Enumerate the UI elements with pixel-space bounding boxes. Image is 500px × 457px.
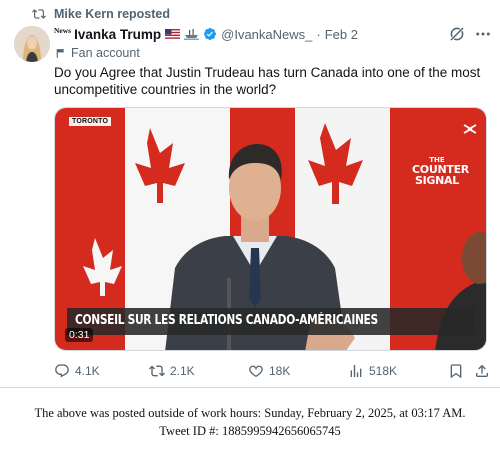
repost-icon (149, 365, 165, 377)
more-options-icon[interactable] (474, 25, 492, 43)
tweet-card[interactable]: Mike Kern reposted News Ivanka Trump @Iv… (0, 0, 500, 388)
tweet-text: Do you Agree that Justin Trudeau has tur… (54, 65, 481, 97)
avatar[interactable] (14, 26, 50, 62)
grok-icon[interactable] (448, 25, 466, 43)
author-handle[interactable]: @IvankaNews_ (221, 27, 312, 42)
reply-count: 4.1K (75, 364, 100, 378)
repost-count: 2.1K (170, 364, 195, 378)
heart-icon (249, 365, 263, 378)
video-duration: 0:31 (65, 328, 94, 342)
avatar-photo (14, 26, 50, 62)
location-tag: TORONTO (69, 117, 112, 126)
reply-icon (55, 364, 69, 378)
action-bar: 4.1K 2.1K 18K 518K (54, 362, 494, 380)
ship-icon (184, 29, 200, 40)
us-flag-icon (165, 29, 181, 39)
reply-button[interactable]: 4.1K (54, 362, 100, 380)
views-count: 518K (369, 364, 398, 378)
news-tag: News (54, 25, 72, 35)
channel-logo: THE COUNTER SIGNAL (412, 156, 469, 187)
views-button[interactable]: 518K (348, 362, 397, 380)
video-player[interactable]: TORONTO THE COUNTER SIGNAL CONSEIL SUR L… (54, 107, 487, 351)
video-caption: CONSEIL SUR LES RELATIONS CANADO-AMÉRICA… (75, 313, 378, 328)
fan-account-text: Fan account (71, 46, 140, 60)
share-icon[interactable] (474, 363, 490, 379)
repost-indicator[interactable]: Mike Kern reposted (32, 6, 170, 22)
views-chart-icon (350, 365, 362, 377)
repost-icon (32, 9, 46, 19)
like-count: 18K (269, 364, 291, 378)
footer-posted-note: The above was posted outside of work hou… (34, 406, 466, 420)
author-display-name[interactable]: Ivanka Trump (74, 27, 161, 42)
brand-line2: SIGNAL (415, 174, 459, 187)
verified-badge-icon (204, 28, 217, 40)
like-button[interactable]: 18K (248, 362, 290, 380)
post-date[interactable]: Feb 2 (325, 27, 358, 42)
capcut-logo-icon (463, 124, 477, 134)
fan-account-icon (56, 48, 65, 58)
repost-button[interactable]: 2.1K (149, 362, 195, 380)
tweet-header: News Ivanka Trump @IvankaNews_ · Feb 2 (54, 25, 358, 43)
bookmark-icon[interactable] (448, 363, 464, 379)
footer-tweet-id: Tweet ID #: 1885995942656065745 (159, 424, 341, 438)
repost-text: Mike Kern reposted (54, 7, 171, 21)
fan-account-label: Fan account (54, 45, 140, 61)
separator-dot: · (316, 26, 321, 42)
